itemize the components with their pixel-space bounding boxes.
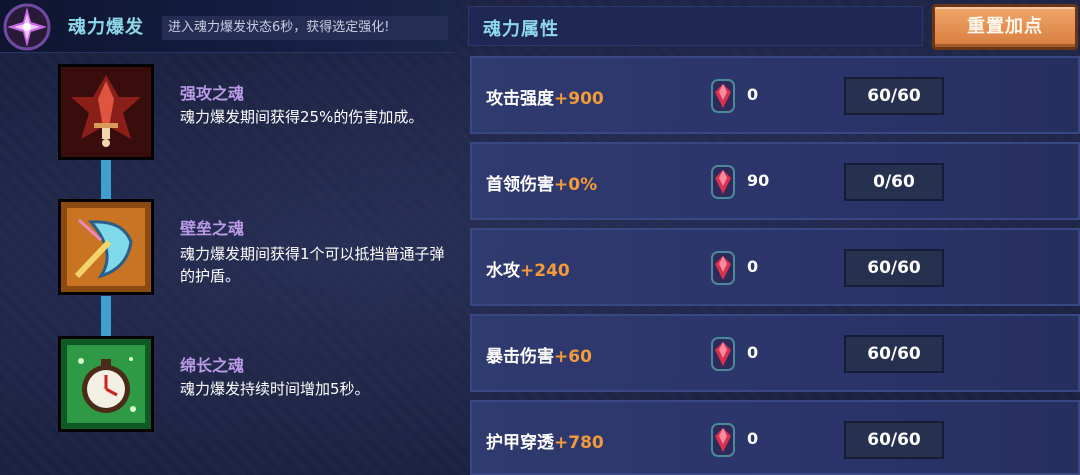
attribute-row[interactable]: 护甲穿透+780 0 60/60 [470, 400, 1080, 475]
shield-soul-icon [61, 202, 151, 292]
soul-gem-count: 0 [747, 257, 759, 276]
attribute-row[interactable]: 首领伤害+0% 90 0/60 [470, 142, 1080, 220]
attribute-row[interactable]: 攻击强度+900 0 60/60 [470, 56, 1080, 134]
skill-connector [101, 160, 111, 202]
soul-gem-count: 0 [747, 343, 759, 362]
soul-burst-header: 魂力爆发 进入魂力爆发状态6秒，获得选定强化! [0, 0, 455, 53]
soul-burst-badge-icon [2, 2, 52, 52]
skill-name: 绵长之魂 [180, 356, 245, 375]
soul-gem-count: 0 [747, 85, 759, 104]
attribute-label: 首领伤害+0% [486, 175, 598, 195]
soul-attributes-header: 魂力属性 [468, 6, 923, 46]
attribute-label: 攻击强度+900 [486, 89, 604, 109]
reset-points-button[interactable]: 重置加点 [932, 4, 1078, 50]
soul-gem-icon [711, 79, 735, 113]
attribute-label: 水攻+240 [486, 261, 570, 281]
attribute-label: 护甲穿透+780 [486, 433, 604, 453]
attribute-row[interactable]: 暴击伤害+60 0 60/60 [470, 314, 1080, 392]
sword-soul-icon [61, 67, 151, 157]
attribute-points: 60/60 [844, 77, 944, 115]
soul-attributes-title: 魂力属性 [483, 19, 559, 40]
skill-name: 壁垒之魂 [180, 219, 245, 238]
skill-item-endurance[interactable] [58, 336, 154, 432]
attribute-points: 60/60 [844, 249, 944, 287]
attribute-points: 60/60 [844, 335, 944, 373]
skill-item-bulwark[interactable] [58, 199, 154, 295]
soul-gem-icon [711, 337, 735, 371]
skill-description: 魂力爆发持续时间增加5秒。 [180, 380, 370, 398]
skill-description: 魂力爆发期间获得1个可以抵挡普通子弹的护盾。 [180, 245, 445, 285]
soul-gem-icon [711, 251, 735, 285]
attribute-bonus: +780 [554, 433, 604, 453]
soul-burst-title: 魂力爆发 [68, 17, 144, 38]
skill-connector [101, 296, 111, 338]
attribute-points: 60/60 [844, 421, 944, 459]
skill-name: 强攻之魂 [180, 84, 245, 103]
attribute-bonus: +240 [520, 261, 570, 281]
soul-gem-icon [711, 165, 735, 199]
attribute-label: 暴击伤害+60 [486, 347, 592, 367]
clock-soul-icon [61, 339, 151, 429]
soul-gem-icon [711, 423, 735, 457]
attribute-row[interactable]: 水攻+240 0 60/60 [470, 228, 1080, 306]
skill-item-strong-attack[interactable] [58, 64, 154, 160]
soul-gem-count: 0 [747, 429, 759, 448]
soul-burst-subtitle: 进入魂力爆发状态6秒，获得选定强化! [162, 16, 448, 40]
skill-description: 魂力爆发期间获得25%的伤害加成。 [180, 108, 424, 126]
attribute-bonus: +60 [554, 347, 592, 367]
soul-gem-count: 90 [747, 171, 770, 190]
attribute-points: 0/60 [844, 163, 944, 201]
attribute-bonus: +900 [554, 89, 604, 109]
attribute-bonus: +0% [554, 175, 598, 195]
